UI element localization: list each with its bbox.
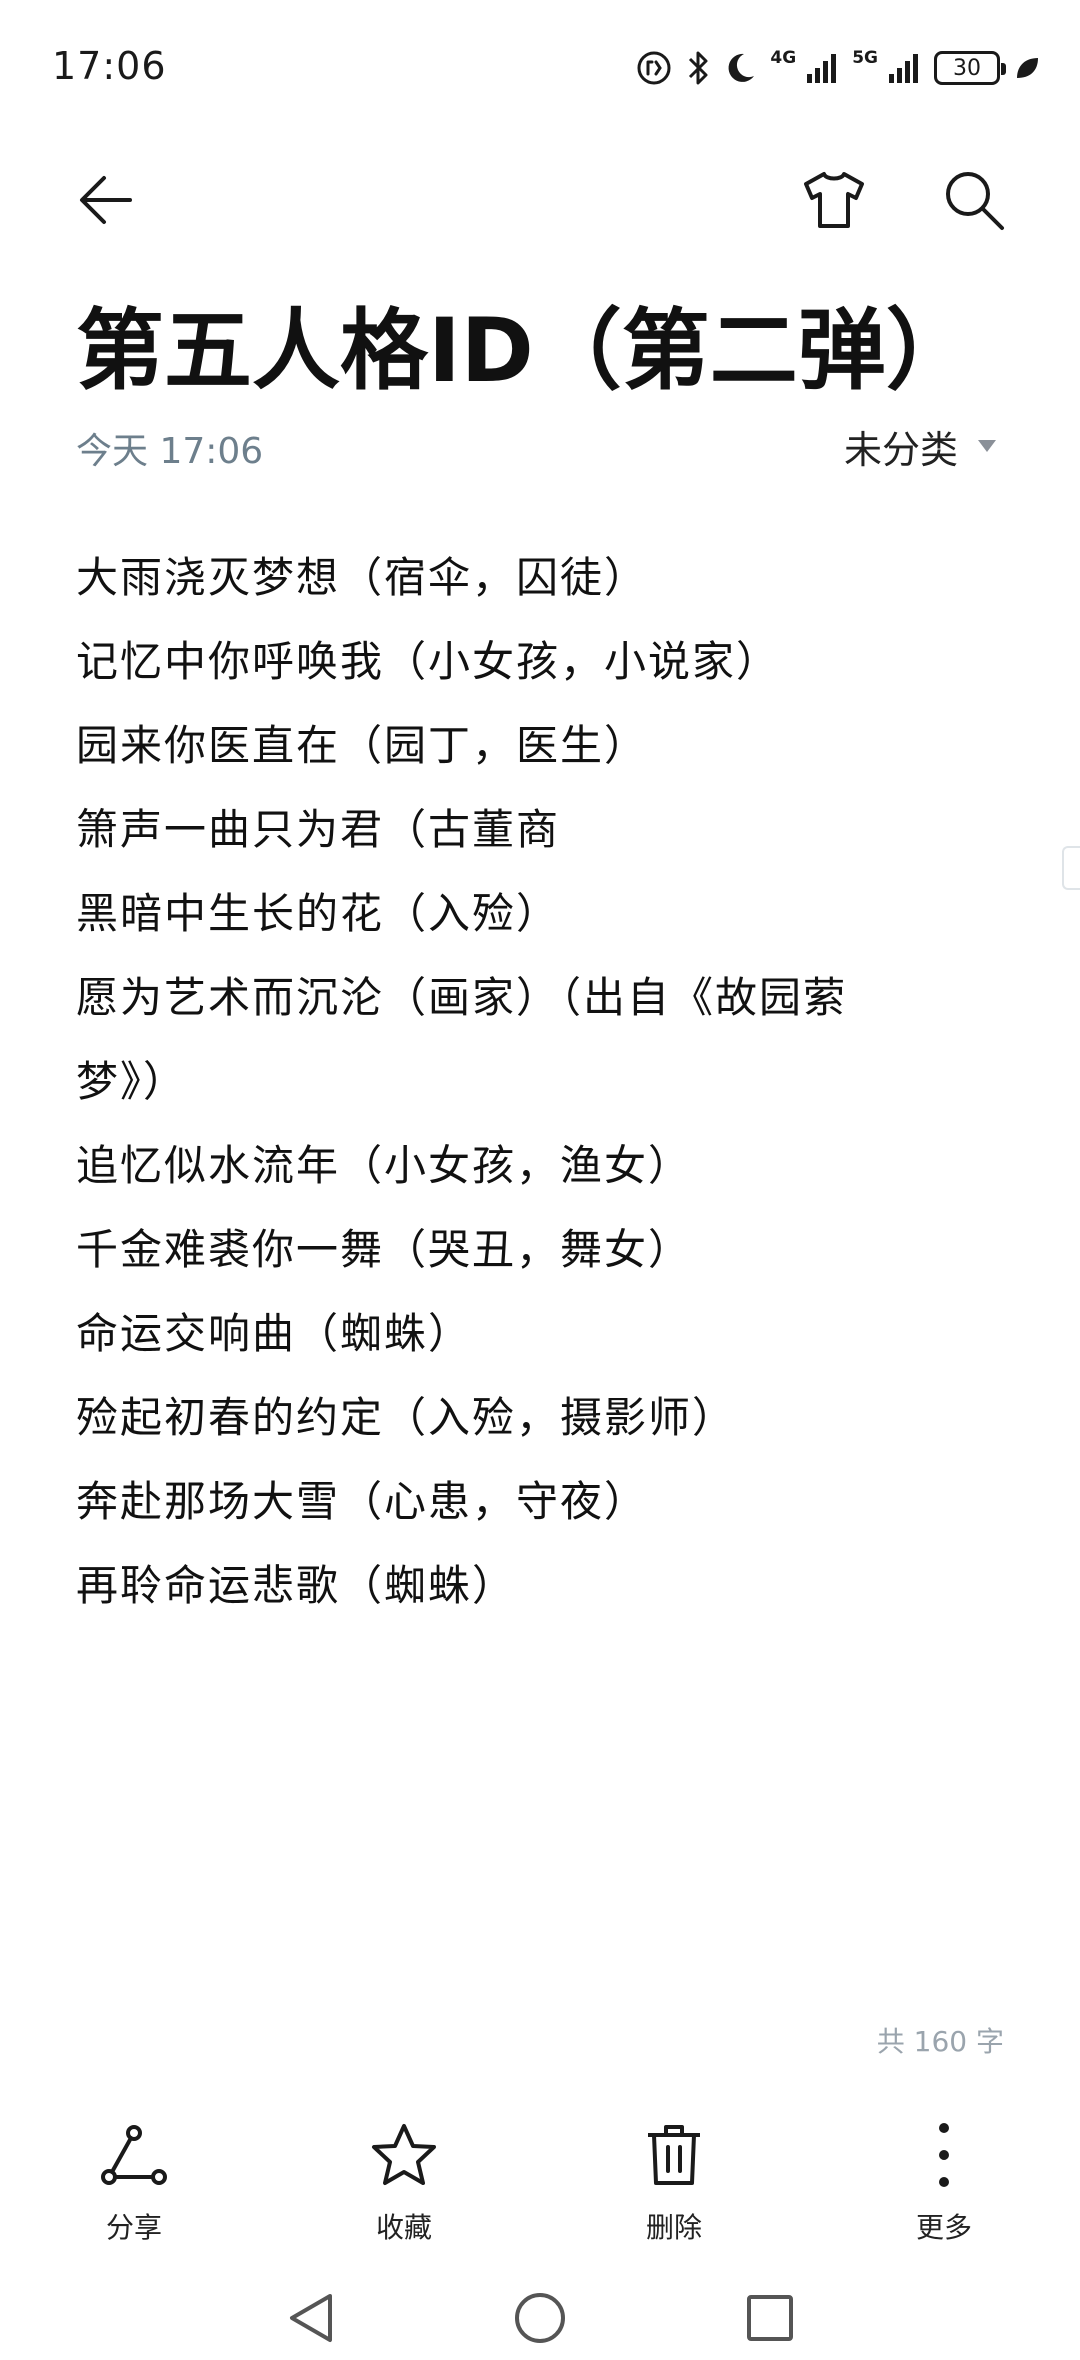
more-button[interactable]: 更多 — [844, 2110, 1044, 2260]
search-button[interactable] — [932, 158, 1016, 242]
nav-back-triangle-icon — [290, 2294, 332, 2342]
note-line: 梦》） — [76, 1057, 188, 1106]
more-vertical-icon — [939, 2123, 949, 2187]
search-icon — [946, 172, 1004, 230]
note-toolbar — [0, 150, 1080, 250]
nav-recents-button[interactable] — [735, 2288, 805, 2348]
share-icon — [101, 2125, 167, 2185]
favorite-button[interactable]: 收藏 — [304, 2110, 504, 2260]
edge-panel-handle[interactable] — [1062, 846, 1080, 890]
theme-button[interactable] — [792, 158, 876, 242]
nav-home-button[interactable] — [505, 2288, 575, 2348]
battery-level: 30 — [953, 55, 981, 81]
signal-5g-icon — [889, 54, 918, 83]
battery-icon: 30 — [934, 51, 1006, 85]
nav-back-button[interactable] — [276, 2288, 346, 2348]
delete-button[interactable]: 删除 — [574, 2110, 774, 2260]
more-label: 更多 — [915, 2211, 972, 2244]
share-button[interactable]: 分享 — [34, 2110, 234, 2260]
nav-home-circle-icon — [515, 2293, 565, 2343]
tshirt-icon — [804, 172, 864, 228]
caret-down-icon — [978, 440, 996, 452]
note-line: 箫声一曲只为君（古董商 — [76, 805, 561, 854]
bottom-action-bar: 分享 收藏 删除 更多 — [0, 2110, 1080, 2260]
note-line: 记忆中你呼唤我（小女孩，小说家） — [76, 637, 781, 686]
note-meta: 今天 17:06 未分类 — [76, 418, 996, 474]
note-line: 千金难裘你一舞（哭丑，舞女） — [76, 1225, 693, 1274]
signal-4g-icon — [807, 54, 837, 83]
note-line: 奔赴那场大雪（心患，守夜） — [76, 1477, 649, 1526]
status-icons: 4G 5G 30 — [636, 46, 1040, 90]
note-line: 大雨浇灭梦想（宿伞，囚徒） — [76, 553, 649, 602]
word-count: 共 160 字 — [876, 2025, 1004, 2058]
delete-label: 删除 — [645, 2211, 702, 2244]
note-line: 园来你医直在（园丁，医生） — [76, 721, 649, 770]
network-5g-label: 5G — [852, 48, 878, 68]
note-line: 命运交响曲（蜘蛛） — [76, 1309, 473, 1358]
note-body[interactable]: 大雨浇灭梦想（宿伞，囚徒） 记忆中你呼唤我（小女孩，小说家） 园来你医直在（园丁… — [76, 536, 936, 1628]
network-4g-label: 4G — [770, 48, 797, 68]
back-button[interactable] — [64, 158, 148, 242]
favorite-label: 收藏 — [375, 2211, 432, 2244]
arrow-left-icon — [80, 176, 132, 224]
do-not-disturb-moon-icon — [728, 53, 755, 82]
trash-icon — [648, 2125, 700, 2185]
nav-recents-square-icon — [747, 2295, 793, 2341]
note-date: 今天 17:06 — [76, 431, 264, 472]
note-line: 黑暗中生长的花（入殓） — [76, 889, 561, 938]
note-line: 愿为艺术而沉沦（画家）（出自《故园萦 — [76, 973, 848, 1022]
category-dropdown[interactable]: 未分类 — [844, 418, 996, 474]
category-label: 未分类 — [843, 427, 958, 472]
bluetooth-icon — [689, 51, 708, 85]
share-label: 分享 — [105, 2211, 162, 2244]
note-line: 再聆命运悲歌（蜘蛛） — [76, 1561, 517, 1610]
note-title[interactable]: 第五人格ID（第二弹） — [76, 280, 1016, 407]
note-line: 殓起初春的约定（入殓，摄影师） — [76, 1393, 737, 1442]
status-time: 17:06 — [52, 44, 167, 88]
data-saver-icon — [637, 51, 671, 85]
status-bar: 17:06 4G 5G 30 — [0, 0, 1080, 140]
star-icon — [372, 2124, 436, 2185]
eco-leaf-icon — [1017, 58, 1038, 78]
system-navigation-bar — [0, 2280, 1080, 2360]
note-line: 追忆似水流年（小女孩，渔女） — [76, 1141, 693, 1190]
